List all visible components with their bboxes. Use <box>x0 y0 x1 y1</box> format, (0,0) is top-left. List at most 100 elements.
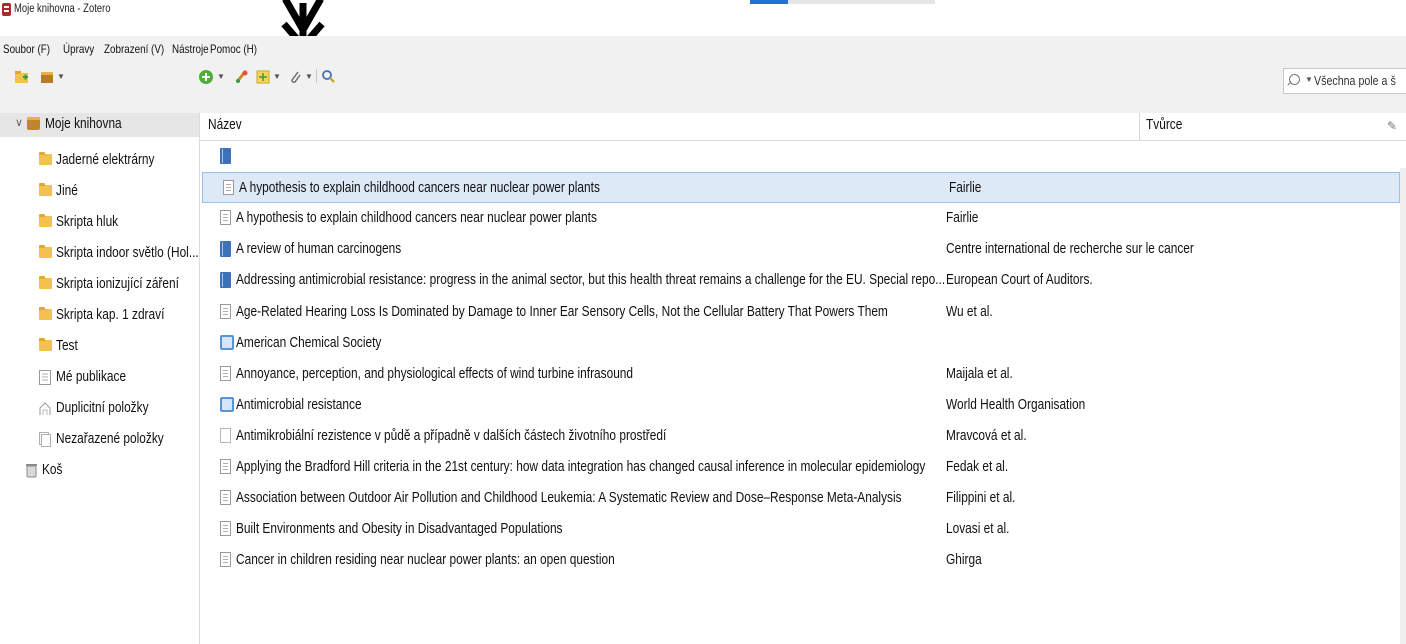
menu-file[interactable]: Soubor (F) <box>3 42 50 56</box>
sidebar-item-label: Moje knihovna <box>45 116 122 132</box>
folder-icon <box>39 214 52 227</box>
duplicates-icon <box>39 402 51 415</box>
chevron-down-icon[interactable]: ▼ <box>57 72 65 81</box>
journal-article-icon <box>220 459 231 474</box>
book-icon <box>220 241 231 257</box>
add-attachment-icon[interactable] <box>287 67 303 87</box>
top-progress-strip <box>750 0 935 4</box>
items-table: A hypothesis to explain childhood cancer… <box>200 141 1406 644</box>
table-row[interactable]: Antimikrobiální rezistence v půdě a příp… <box>200 421 1400 452</box>
table-row[interactable]: A hypothesis to explain childhood cancer… <box>200 203 1400 234</box>
search-icon <box>1289 74 1300 85</box>
sidebar-item-trash[interactable]: Koš <box>0 459 199 483</box>
chevron-down-icon[interactable]: ▼ <box>273 72 281 81</box>
item-creator: European Court of Auditors. <box>946 272 1093 288</box>
trash-icon <box>26 464 37 478</box>
search-mode-dropdown[interactable]: ▼ <box>1305 75 1313 84</box>
table-row[interactable]: American Chemical Society <box>200 328 1400 359</box>
folder-icon <box>39 276 52 289</box>
new-item-icon[interactable] <box>198 67 214 87</box>
sidebar-item-unfiled[interactable]: Nezařazené položky <box>0 428 199 452</box>
item-title: Age-Related Hearing Loss Is Dominated by… <box>236 304 888 320</box>
journal-article-icon <box>220 490 231 505</box>
publications-icon <box>39 370 51 385</box>
add-by-identifier-icon[interactable] <box>234 67 250 87</box>
sidebar-item-skripta-indoor-svetlo[interactable]: Skripta indoor světlo (Hol... <box>0 242 199 266</box>
document-icon <box>220 428 231 443</box>
item-creator: Fairlie <box>946 210 979 226</box>
new-collection-icon[interactable] <box>14 67 30 87</box>
column-header-title[interactable]: Název <box>208 117 242 133</box>
column-header-creator[interactable]: Tvůrce <box>1146 117 1182 133</box>
sidebar-item-jaderne-elektrarny[interactable]: Jaderné elektrárny <box>0 149 199 173</box>
table-row[interactable]: Association between Outdoor Air Pollutio… <box>200 483 1400 514</box>
new-library-icon[interactable] <box>39 67 55 87</box>
sidebar-item-label: Mé publikace <box>56 369 127 385</box>
item-title: A hypothesis to explain childhood cancer… <box>239 180 600 196</box>
chevron-down-icon[interactable]: ∨ <box>15 116 23 129</box>
sidebar-item-label: Jaderné elektrárny <box>56 152 155 168</box>
item-creator: Filippini et al. <box>946 490 1016 506</box>
items-table-header: Název Tvůrce ✎ <box>200 113 1406 141</box>
sidebar-item-skripta-kap-1-zdravi[interactable]: Skripta kap. 1 zdraví <box>0 304 199 328</box>
journal-article-icon <box>220 521 231 536</box>
journal-article-icon <box>223 180 234 195</box>
sidebar-item-test[interactable]: Test <box>0 335 199 359</box>
table-row[interactable]: Built Environments and Obesity in Disadv… <box>200 514 1400 545</box>
menu-help[interactable]: Pomoc (H) <box>210 42 257 56</box>
table-row[interactable]: Age-Related Hearing Loss Is Dominated by… <box>200 297 1400 328</box>
table-row[interactable]: A review of human carcinogens Centre inte… <box>200 234 1400 265</box>
menu-tools[interactable]: Nástroje <box>172 42 209 56</box>
item-creator: Centre international de recherche sur le… <box>946 241 1194 257</box>
item-creator: Ghirga <box>946 552 982 568</box>
item-creator: Fairlie <box>949 180 982 196</box>
chevron-down-icon[interactable]: ▼ <box>217 72 225 81</box>
item-title: Applying the Bradford Hill criteria in t… <box>236 459 926 475</box>
sidebar-item-label: Skripta indoor světlo (Hol... <box>56 245 199 261</box>
journal-article-icon <box>220 552 231 567</box>
table-row[interactable]: A hypothesis to explain childhood cancer… <box>202 172 1400 203</box>
zotero-app-icon <box>2 3 11 16</box>
menu-view[interactable]: Zobrazení (V) <box>104 42 164 56</box>
item-title: A review of human carcinogens <box>236 241 402 257</box>
sidebar-item-skripta-ionizujici-zareni[interactable]: Skripta ionizující záření <box>0 273 199 297</box>
item-title: American Chemical Society <box>236 335 382 351</box>
library-icon <box>27 117 40 130</box>
sidebar-item-my-publications[interactable]: Mé publikace <box>0 366 199 390</box>
item-title: Antimikrobiální rezistence v půdě a příp… <box>236 428 667 444</box>
scrollbar[interactable] <box>1400 168 1406 644</box>
item-title: Built Environments and Obesity in Disadv… <box>236 521 563 537</box>
search-input[interactable]: ▼ Všechna pole a š <box>1283 68 1406 94</box>
item-title: Annoyance, perception, and physiological… <box>236 366 634 382</box>
sidebar-item-jine[interactable]: Jiné <box>0 180 199 204</box>
sidebar-item-label: Test <box>56 338 78 354</box>
column-resizer[interactable] <box>1139 113 1140 140</box>
sidebar-item-duplicates[interactable]: Duplicitní položky <box>0 397 199 421</box>
table-row[interactable] <box>200 141 1400 172</box>
sidebar-item-label: Skripta hluk <box>56 214 119 230</box>
webpage-icon <box>220 335 234 350</box>
item-creator: World Health Organisation <box>946 397 1086 413</box>
sidebar-item-label: Jiné <box>56 183 78 199</box>
sidebar-item-label: Skripta ionizující záření <box>56 276 179 292</box>
table-row[interactable]: Antimicrobial resistance World Health Org… <box>200 390 1400 421</box>
table-row[interactable]: Addressing antimicrobial resistance: pro… <box>200 265 1400 296</box>
sidebar-item-skripta-hluk[interactable]: Skripta hluk <box>0 211 199 235</box>
book-icon <box>220 148 231 164</box>
chevron-down-icon[interactable]: ▼ <box>305 72 313 81</box>
folder-icon <box>39 183 52 196</box>
table-row[interactable]: Cancer in children residing near nuclear… <box>200 545 1400 576</box>
new-note-icon[interactable] <box>255 67 271 87</box>
advanced-search-icon[interactable] <box>321 67 337 87</box>
attachment-column-icon[interactable]: ✎ <box>1387 119 1397 133</box>
sidebar-item-my-library[interactable]: ∨ Moje knihovna <box>0 113 199 137</box>
menu-edit[interactable]: Úpravy <box>63 42 94 56</box>
search-mode-label: Všechna pole a š <box>1314 73 1396 88</box>
journal-article-icon <box>220 366 231 381</box>
item-creator: Lovasi et al. <box>946 521 1010 537</box>
sidebar-item-label: Nezařazené položky <box>56 431 164 447</box>
book-icon <box>220 272 231 288</box>
table-row[interactable]: Applying the Bradford Hill criteria in t… <box>200 452 1400 483</box>
folder-icon <box>39 152 52 165</box>
table-row[interactable]: Annoyance, perception, and physiological… <box>200 359 1400 390</box>
